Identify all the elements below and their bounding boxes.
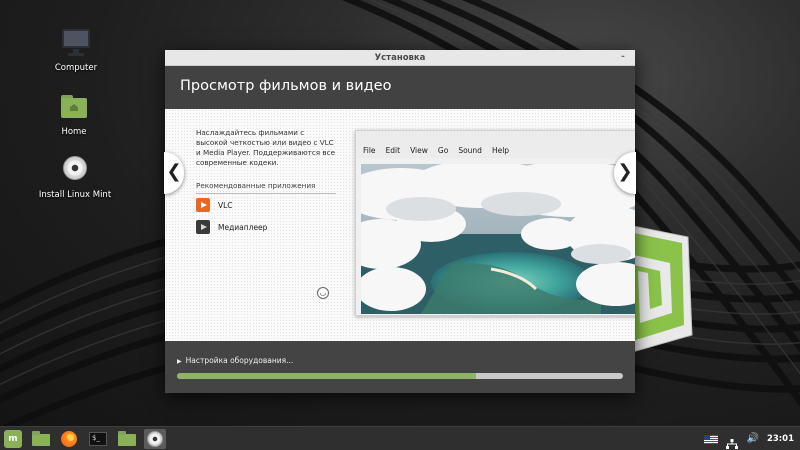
progress-bar-fill xyxy=(177,373,476,379)
disc-icon xyxy=(59,155,91,185)
chevron-right-icon: ❯ xyxy=(617,161,633,182)
window-title: Установка xyxy=(374,53,426,63)
status-text[interactable]: ▶ Настройка оборудования... xyxy=(177,356,293,365)
desktop-icon-home[interactable]: Home xyxy=(29,92,119,137)
installer-window: Установка ‐ Просмотр фильмов и видео Нас… xyxy=(165,50,635,393)
progress-bar xyxy=(177,373,623,379)
slide-header: Просмотр фильмов и видео xyxy=(165,66,635,109)
expand-arrow-icon[interactable]: ▶ xyxy=(177,358,182,365)
slide-description: Наслаждайтесь фильмами с высокой четкост… xyxy=(196,128,336,167)
player-menubar: File Edit View Go Sound Help xyxy=(356,144,635,158)
desktop-icon-computer[interactable]: Computer xyxy=(31,28,121,73)
desktop-icon-label: Computer xyxy=(54,63,98,73)
player-menu-view: View xyxy=(410,146,428,155)
taskbar-terminal-launcher[interactable]: $_ xyxy=(87,429,109,449)
taskbar-files-launcher[interactable] xyxy=(30,429,52,449)
desktop-icon-label: Home xyxy=(61,127,87,137)
terminal-icon: $_ xyxy=(89,432,107,446)
player-menu-sound: Sound xyxy=(458,146,482,155)
vlc-icon xyxy=(196,198,210,212)
app-item-media-player: Медиаплеер xyxy=(196,220,267,234)
network-icon[interactable] xyxy=(726,434,739,449)
firefox-icon xyxy=(61,431,77,447)
installer-footer: ▶ Настройка оборудования... xyxy=(165,341,635,393)
video-player-screenshot: File Edit View Go Sound Help xyxy=(355,130,635,316)
mint-menu-icon: m xyxy=(4,430,22,448)
slide-title: Просмотр фильмов и видео xyxy=(180,78,392,94)
home-folder-icon xyxy=(58,92,90,122)
taskbar: m $_ 🔊 23:01 xyxy=(0,426,800,450)
mint-menu-button[interactable]: m xyxy=(2,429,24,449)
app-label: Медиаплеер xyxy=(218,222,268,232)
player-menu-go: Go xyxy=(437,146,449,155)
clock[interactable]: 23:01 xyxy=(767,434,794,444)
desktop-icon-install-linux-mint[interactable]: Install Linux Mint xyxy=(30,155,120,200)
window-titlebar[interactable]: Установка ‐ xyxy=(165,50,635,66)
system-tray: 🔊 23:01 xyxy=(704,427,800,450)
media-player-icon xyxy=(196,220,210,234)
player-menu-file: File xyxy=(363,146,376,155)
desktop-icon-label: Install Linux Mint xyxy=(38,190,112,200)
volume-icon[interactable]: 🔊 xyxy=(746,434,758,444)
player-menu-help: Help xyxy=(491,146,510,155)
video-frame-aerial-clouds xyxy=(361,164,635,314)
smiley-icon: ◡ xyxy=(317,287,329,299)
taskbar-installer-window[interactable] xyxy=(144,429,166,449)
minimize-button[interactable]: ‐ xyxy=(617,50,629,66)
app-item-vlc: VLC xyxy=(196,198,233,212)
player-titlebar xyxy=(356,131,635,144)
computer-icon xyxy=(60,28,92,58)
status-label: Настройка оборудования... xyxy=(185,356,294,365)
folder-icon xyxy=(32,431,50,446)
disc-icon xyxy=(147,431,163,447)
keyboard-layout-flag-icon[interactable] xyxy=(704,434,719,444)
app-label: VLC xyxy=(218,200,233,210)
player-menu-edit: Edit xyxy=(385,146,401,155)
slideshow-panel: Наслаждайтесь фильмами с высокой четкост… xyxy=(165,109,635,341)
recommended-apps-heading: Рекомендованные приложения xyxy=(196,181,336,194)
taskbar-firefox-launcher[interactable] xyxy=(58,429,80,449)
taskbar-files-window[interactable] xyxy=(116,429,138,449)
chevron-left-icon: ❮ xyxy=(166,161,182,182)
folder-icon xyxy=(118,431,136,446)
